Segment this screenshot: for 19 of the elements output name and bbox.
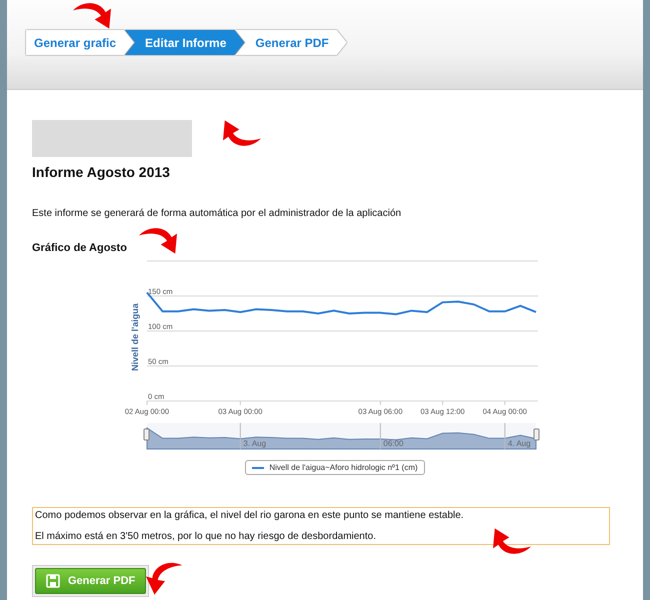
report-description: Este informe se generará de forma automática por el administrador de la aplicación [32, 208, 402, 219]
y-axis-title: Nivell de l'aigua [130, 303, 140, 371]
pointer-arrow [139, 226, 177, 254]
step-tab[interactable]: Generar grafic [26, 30, 134, 55]
navigator-label: 3. Aug [243, 439, 266, 448]
pointer-arrow [493, 528, 531, 556]
generate-pdf-button[interactable]: Generar PDF [35, 568, 146, 594]
chart-legend[interactable]: Nivell de l'aigua~Aforo hidrologic nº1 (cm) [245, 460, 425, 475]
pointer-arrow [223, 120, 261, 148]
text-area[interactable]: Como podemos observar en la gráfica, el nivel del rio garona en este punto se mantiene estable. El máximo está en 3'50 metros, por lo que no hay riesgo de desbordamiento. [32, 507, 610, 545]
pointer-arrow [73, 1, 111, 29]
legend-label: Nivell de l'aigua~Aforo hidrologic nº1 (cm) [269, 463, 418, 472]
step-tab[interactable]: Editar Informe [125, 30, 244, 55]
navigator-label: 06:00 [383, 439, 404, 448]
save-icon [46, 574, 60, 588]
navigator-label: 4. Aug [508, 439, 531, 448]
chart-heading: Gráfico de Agosto [32, 242, 128, 254]
report-title: Informe Agosto 2013 [32, 164, 171, 180]
step-tab[interactable]: Generar PDF [235, 30, 347, 55]
